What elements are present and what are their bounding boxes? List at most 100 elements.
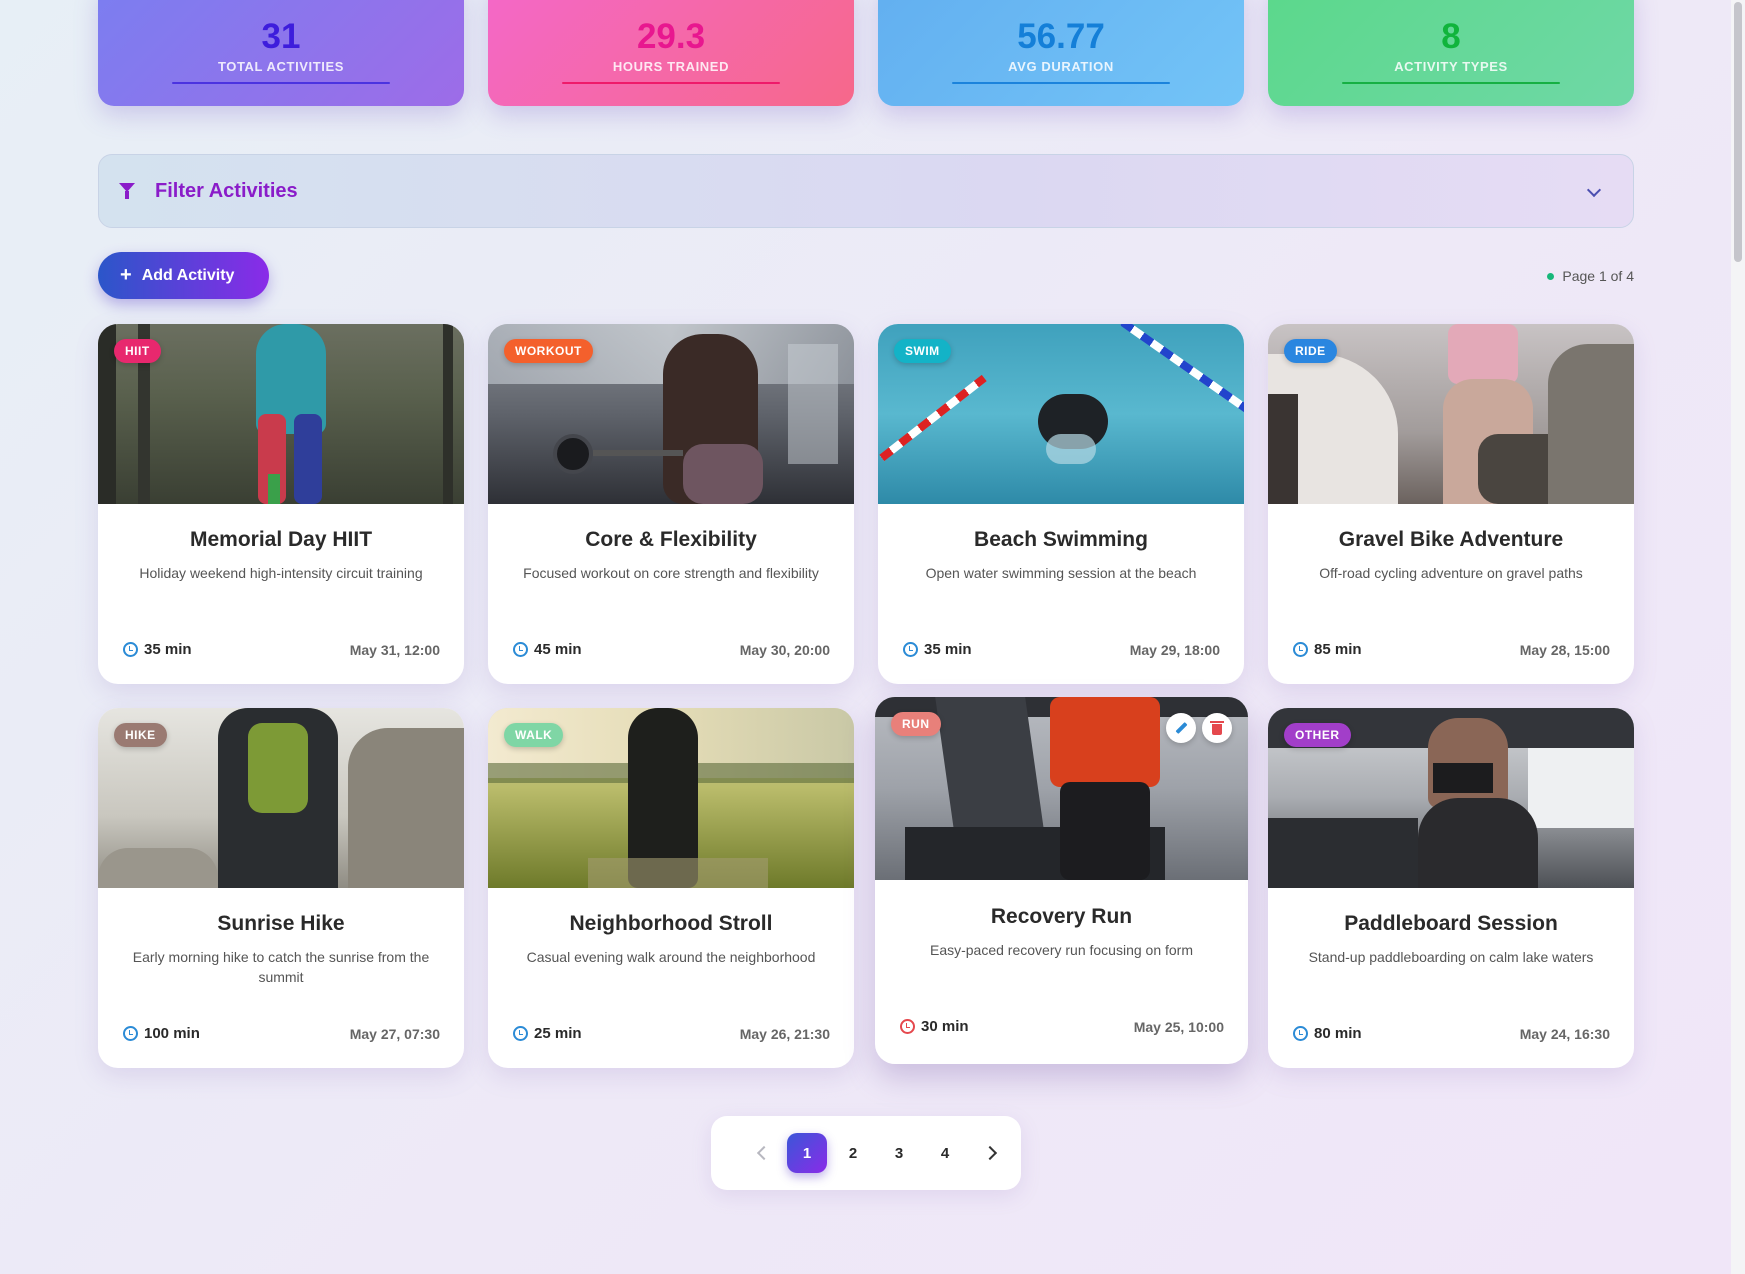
chevron-left-icon[interactable] xyxy=(741,1132,787,1174)
activity-duration: 85 min xyxy=(1293,641,1362,658)
page-info-text: Page 1 of 4 xyxy=(1562,268,1634,284)
card-actions xyxy=(1166,713,1232,743)
stat-label: ACTIVITY TYPES xyxy=(1394,59,1508,74)
activity-description: Stand-up paddleboarding on calm lake wat… xyxy=(1308,949,1594,965)
clock-icon xyxy=(513,1026,528,1041)
stat-hours-trained: 29.3 HOURS TRAINED xyxy=(488,0,854,106)
activity-duration: 35 min xyxy=(123,641,192,658)
activity-description: Open water swimming session at the beach xyxy=(925,565,1197,581)
page-button-4[interactable]: 4 xyxy=(925,1133,965,1173)
clock-icon xyxy=(123,1026,138,1041)
duration-text: 30 min xyxy=(921,1018,969,1035)
activity-description: Holiday weekend high-intensity circuit t… xyxy=(139,565,423,581)
activity-duration: 25 min xyxy=(513,1025,582,1042)
add-activity-label: Add Activity xyxy=(141,266,235,284)
activity-type-badge: HIIT xyxy=(114,339,161,363)
stats-row: 31 TOTAL ACTIVITIES 29.3 HOURS TRAINED 5… xyxy=(98,0,1634,106)
clock-icon xyxy=(903,642,918,657)
activity-type-badge: WORKOUT xyxy=(504,339,593,363)
activity-title: Memorial Day HIIT xyxy=(189,528,373,551)
stat-underline xyxy=(1342,82,1560,84)
activity-card[interactable]: HIIT Memorial Day HIIT Holiday weekend h… xyxy=(98,324,464,684)
activity-description: Casual evening walk around the neighborh… xyxy=(526,949,816,965)
activity-card[interactable]: SWIM Beach Swimming Open water swimming … xyxy=(878,324,1244,684)
activity-card[interactable]: WALK Neighborhood Stroll Casual evening … xyxy=(488,708,854,1068)
stat-total-activities: 31 TOTAL ACTIVITIES xyxy=(98,0,464,106)
activity-date: May 31, 12:00 xyxy=(349,642,440,658)
activity-date: May 29, 18:00 xyxy=(1129,642,1220,658)
duration-text: 45 min xyxy=(534,641,582,658)
activity-title: Paddleboard Session xyxy=(1344,912,1558,935)
activity-title: Core & Flexibility xyxy=(585,528,757,551)
activity-description: Focused workout on core strength and fle… xyxy=(523,565,819,581)
duration-text: 85 min xyxy=(1314,641,1362,658)
activity-type-badge: SWIM xyxy=(894,339,951,363)
activity-date: May 26, 21:30 xyxy=(739,1026,830,1042)
activity-type-badge: RUN xyxy=(891,712,941,736)
edit-pencil-icon[interactable] xyxy=(1166,713,1196,743)
stat-label: TOTAL ACTIVITIES xyxy=(217,59,345,74)
activity-duration: 30 min xyxy=(900,1018,969,1035)
activity-date: May 24, 16:30 xyxy=(1519,1026,1610,1042)
plus-icon: + xyxy=(120,264,132,286)
add-activity-button[interactable]: + Add Activity xyxy=(98,252,269,299)
activity-title: Neighborhood Stroll xyxy=(569,912,773,935)
activity-title: Recovery Run xyxy=(990,905,1133,928)
stat-avg-duration: 56.77 AVG DURATION xyxy=(878,0,1244,106)
page-indicator: Page 1 of 4 xyxy=(1547,268,1634,284)
scrollbar[interactable] xyxy=(1731,0,1745,1274)
status-dot-icon xyxy=(1547,272,1555,280)
activity-date: May 25, 10:00 xyxy=(1133,1019,1224,1035)
clock-icon xyxy=(513,642,528,657)
activity-date: May 30, 20:00 xyxy=(739,642,830,658)
activity-description: Early morning hike to catch the sunrise … xyxy=(132,949,430,985)
duration-text: 35 min xyxy=(144,641,192,658)
stat-label: HOURS TRAINED xyxy=(612,59,730,74)
activity-card[interactable]: RIDE Gravel Bike Adventure Off-road cycl… xyxy=(1268,324,1634,684)
clock-icon xyxy=(123,642,138,657)
stat-activity-types: 8 ACTIVITY TYPES xyxy=(1268,0,1634,106)
delete-trash-icon[interactable] xyxy=(1202,713,1232,743)
page-button-3[interactable]: 3 xyxy=(879,1133,919,1173)
activity-type-badge: HIKE xyxy=(114,723,167,747)
stat-label: AVG DURATION xyxy=(1008,59,1114,74)
activity-duration: 45 min xyxy=(513,641,582,658)
chevron-down-icon[interactable] xyxy=(1586,182,1602,198)
activity-title: Beach Swimming xyxy=(974,528,1148,551)
filter-panel-header[interactable]: Filter Activities xyxy=(98,154,1634,228)
duration-text: 25 min xyxy=(534,1025,582,1042)
activity-title: Gravel Bike Adventure xyxy=(1338,528,1564,551)
activity-duration: 35 min xyxy=(903,641,972,658)
stat-value: 56.77 xyxy=(1017,17,1105,56)
stat-value: 31 xyxy=(261,17,301,56)
chevron-right-icon[interactable] xyxy=(971,1132,1017,1174)
activity-type-badge: RIDE xyxy=(1284,339,1337,363)
filter-icon xyxy=(119,183,135,199)
activity-card[interactable]: OTHER Paddleboard Session Stand-up paddl… xyxy=(1268,708,1634,1068)
pagination: 1 2 3 4 xyxy=(711,1116,1021,1190)
activity-title: Sunrise Hike xyxy=(217,912,345,935)
duration-text: 35 min xyxy=(924,641,972,658)
activity-card[interactable]: HIKE Sunrise Hike Early morning hike to … xyxy=(98,708,464,1068)
page-button-2[interactable]: 2 xyxy=(833,1133,873,1173)
filter-title: Filter Activities xyxy=(155,179,298,202)
stat-underline xyxy=(952,82,1170,84)
activity-type-badge: WALK xyxy=(504,723,564,747)
activity-duration: 80 min xyxy=(1293,1025,1362,1042)
activity-date: May 28, 15:00 xyxy=(1519,642,1610,658)
duration-text: 80 min xyxy=(1314,1025,1362,1042)
activity-card-hovered[interactable]: RUN Recovery Run Easy-paced recovery run… xyxy=(875,697,1248,1064)
stat-value: 29.3 xyxy=(636,17,706,56)
activity-card[interactable]: WORKOUT Core & Flexibility Focused worko… xyxy=(488,324,854,684)
stat-value: 8 xyxy=(1441,17,1461,56)
activity-description: Easy-paced recovery run focusing on form xyxy=(929,942,1193,958)
stat-underline xyxy=(562,82,780,84)
clock-icon xyxy=(900,1019,915,1034)
page-button-1[interactable]: 1 xyxy=(787,1133,827,1173)
clock-icon xyxy=(1293,642,1308,657)
clock-icon xyxy=(1293,1026,1308,1041)
duration-text: 100 min xyxy=(144,1025,200,1042)
activity-duration: 100 min xyxy=(123,1025,200,1042)
scrollbar-thumb[interactable] xyxy=(1734,2,1742,262)
stat-underline xyxy=(172,82,390,84)
